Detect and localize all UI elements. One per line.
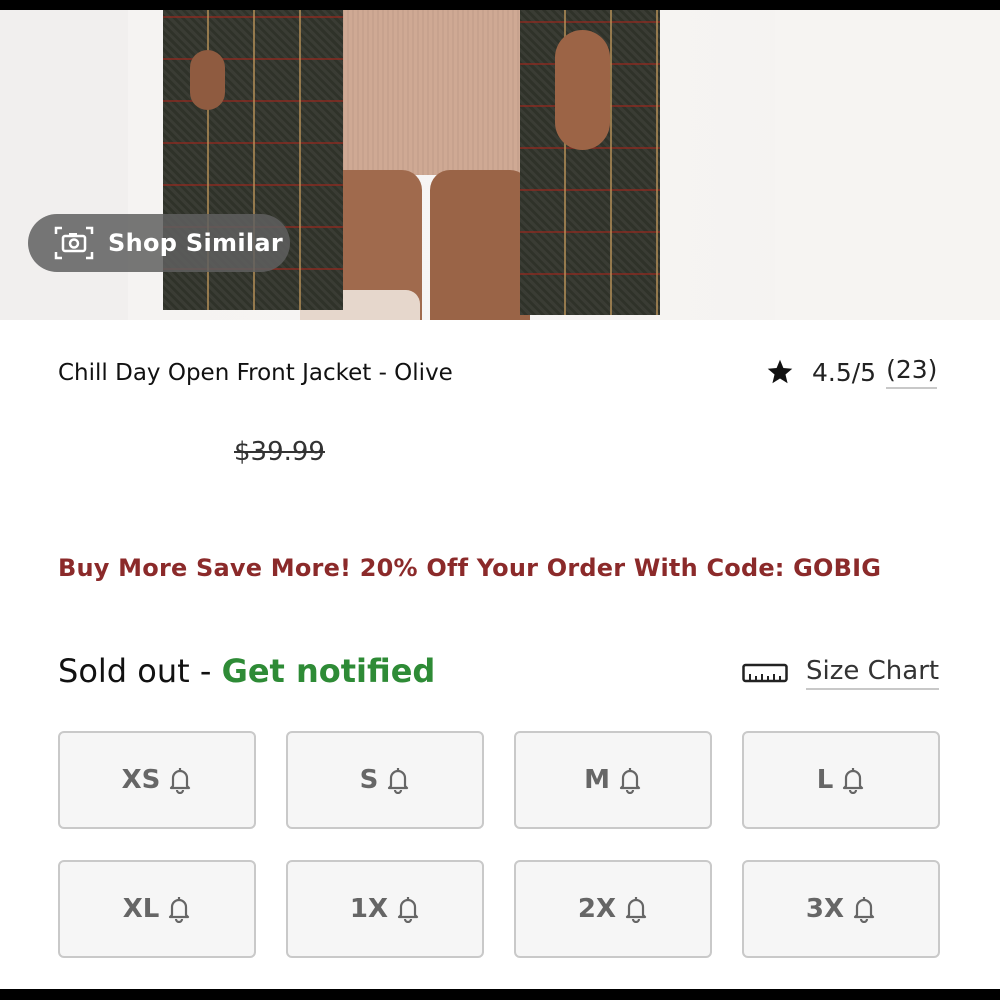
review-count-link[interactable]: (23) [886, 355, 938, 389]
size-option-l[interactable]: L [742, 731, 940, 829]
size-label: L [816, 765, 834, 795]
size-option-2x[interactable]: 2X [514, 860, 712, 958]
size-label: S [359, 765, 379, 795]
size-option-xs[interactable]: XS [58, 731, 256, 829]
size-label: 2X [577, 894, 617, 924]
promo-banner: Buy More Save More! 20% Off Your Order W… [58, 554, 882, 582]
rating-score: 4.5/5 [812, 357, 877, 387]
size-option-xl[interactable]: XL [58, 860, 256, 958]
shop-similar-label: Shop Similar [108, 229, 283, 257]
get-notified-link[interactable]: Get notified [222, 652, 436, 690]
product-price: $39.99 [234, 437, 325, 467]
bottom-edge [0, 989, 1000, 1000]
bell-icon [397, 897, 419, 923]
size-label: XL [122, 894, 160, 924]
size-option-3x[interactable]: 3X [742, 860, 940, 958]
star-icon [767, 359, 793, 384]
skirt-graphic [332, 10, 532, 175]
availability-status: Sold out - Get notified [58, 652, 435, 690]
size-option-1x[interactable]: 1X [286, 860, 484, 958]
sold-out-label: Sold out [58, 652, 190, 690]
product-image[interactable]: Shop Similar [0, 10, 1000, 320]
product-rating[interactable]: 4.5/5 (23) [766, 355, 938, 389]
shop-similar-button[interactable]: Shop Similar [28, 214, 290, 272]
size-label: M [584, 765, 610, 795]
bell-icon [625, 897, 647, 923]
availability-separator: - [189, 652, 222, 690]
size-option-s[interactable]: S [286, 731, 484, 829]
camera-icon [54, 226, 94, 260]
size-chart-link[interactable]: Size Chart [742, 656, 940, 690]
product-page: Shop Similar Chill Day Open Front Jacket… [0, 0, 1000, 1000]
top-edge [0, 0, 1000, 10]
product-title: Chill Day Open Front Jacket - Olive [58, 360, 453, 386]
size-label: 1X [349, 894, 389, 924]
bell-icon [169, 897, 190, 923]
ruler-icon [742, 663, 788, 683]
bell-icon [853, 897, 875, 923]
bell-icon [388, 768, 409, 794]
bell-icon [619, 768, 641, 794]
size-label: 3X [805, 894, 845, 924]
bell-icon [843, 768, 864, 794]
size-chart-label: Size Chart [806, 656, 940, 690]
size-option-m[interactable]: M [514, 731, 712, 829]
size-selector: XS S M L XL 1X 2X 3X [58, 731, 942, 958]
bell-icon [170, 768, 191, 794]
size-label: XS [121, 765, 161, 795]
